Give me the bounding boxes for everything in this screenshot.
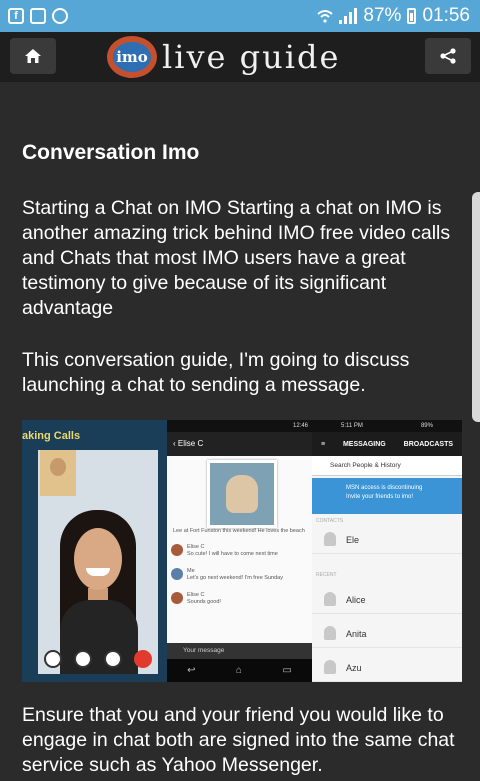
- msn-notice: MSN access is discontinuing Invite your …: [312, 478, 462, 514]
- chat-contact-bar: ‹ Elise C: [167, 432, 312, 456]
- self-view-thumbnail: [40, 450, 76, 496]
- contact-row: Azu: [312, 654, 462, 682]
- tab-broadcasts: BROADCASTS: [403, 440, 454, 448]
- chat-message: So cute! I will have to come next time: [187, 551, 278, 557]
- chat-sender: Elise C: [187, 544, 205, 550]
- contact-name: Azu: [346, 663, 362, 673]
- shared-photo: [207, 460, 277, 528]
- chat-sender: Me: [187, 568, 195, 574]
- status-bar-left: f: [8, 8, 68, 24]
- mic-icon: [74, 650, 92, 668]
- chat-message: Sounds good!: [187, 599, 221, 605]
- gallery-icon: [30, 8, 46, 24]
- call-controls: [38, 644, 158, 674]
- tab-messaging: MESSAGING: [342, 440, 386, 448]
- chat-sender: Elise C: [187, 592, 205, 598]
- app-header: imo live guide: [0, 32, 480, 82]
- contact-name: Anita: [346, 629, 367, 639]
- avatar: [171, 544, 183, 556]
- article-image: aking Calls 12:46 ‹ Elise C Lee at Fort …: [22, 420, 462, 682]
- people-search: Search People & History: [312, 456, 462, 476]
- msn-notice-subtitle: Invite your friends to imo!: [346, 494, 414, 500]
- chat-contact-name: Elise C: [177, 439, 204, 448]
- contact-row: Alice: [312, 586, 462, 614]
- facebook-icon: f: [8, 8, 24, 24]
- message-input: Your message: [167, 643, 312, 659]
- recents-icon: ▭: [282, 665, 292, 676]
- chat-status-bar: 12:46: [167, 420, 312, 432]
- home-icon: [25, 49, 41, 63]
- share-icon: [440, 48, 456, 64]
- wifi-icon: [317, 10, 334, 23]
- video-icon: [104, 650, 122, 668]
- article-paragraph-3: Ensure that you and your friend you woul…: [22, 704, 455, 776]
- messaging-tabs: ≡ MESSAGING BROADCASTS: [312, 432, 462, 456]
- camera-icon: [44, 650, 62, 668]
- android-nav-bar: ↩ ⌂ ▭: [167, 659, 312, 682]
- contact-name: Alice: [346, 595, 366, 605]
- back-icon: ↩: [187, 665, 196, 676]
- avatar: [171, 568, 183, 580]
- sync-icon: [52, 8, 68, 24]
- contact-name: Ele: [346, 535, 360, 545]
- menu-icon: ≡: [320, 440, 326, 448]
- share-button[interactable]: [425, 38, 471, 74]
- msn-notice-title: MSN access is discontinuing: [346, 485, 423, 491]
- contact-avatar-icon: [324, 532, 336, 546]
- dog-photo: [226, 475, 258, 513]
- section-recent: RECENT: [316, 572, 337, 578]
- article-paragraph-2: This conversation guide, I'm going to di…: [22, 349, 410, 396]
- video-call-panel: aking Calls: [22, 420, 167, 682]
- messaging-status-bar: 5:11 PM 89%: [312, 420, 462, 432]
- status-bar: f 87% 01:56: [0, 0, 480, 32]
- status-bar-right: 87% 01:56: [317, 5, 470, 27]
- messaging-panel: 5:11 PM 89% ≡ MESSAGING BROADCASTS Searc…: [312, 420, 462, 682]
- messaging-status-time: 5:11 PM: [341, 423, 363, 429]
- contact-avatar-icon: [324, 626, 336, 640]
- section-contacts: CONTACTS: [316, 518, 344, 524]
- search-text: Search People & History: [330, 462, 401, 469]
- home-nav-icon: ⌂: [235, 665, 242, 676]
- end-call-icon: [134, 650, 152, 668]
- messaging-status-battery: 89%: [420, 423, 433, 429]
- scrollbar[interactable]: [472, 192, 480, 422]
- video-feed: [38, 450, 158, 674]
- contact-row: Ele: [312, 526, 462, 554]
- battery-percent: 87%: [363, 5, 402, 26]
- chat-message: Let's go next weekend! I'm free Sunday: [187, 575, 283, 581]
- home-button[interactable]: [10, 38, 56, 74]
- signal-icon: [339, 8, 358, 24]
- panel-title: aking Calls: [22, 430, 81, 442]
- logo-text: live guide: [162, 38, 341, 76]
- chat-panel: 12:46 ‹ Elise C Lee at Fort Funston this…: [167, 420, 312, 682]
- clock: 01:56: [422, 5, 470, 26]
- battery-icon: [407, 8, 417, 24]
- contact-row: Anita: [312, 620, 462, 648]
- logo-badge: imo: [113, 42, 151, 72]
- caller-face: [74, 528, 122, 590]
- contact-avatar-icon: [324, 660, 336, 674]
- article-paragraph-1: Starting a Chat on IMO Starting a chat o…: [22, 197, 451, 319]
- chat-message: Lee at Fort Funston this weekend! He lov…: [173, 528, 305, 534]
- avatar: [171, 592, 183, 604]
- article-title: Conversation Imo: [22, 141, 200, 164]
- contact-avatar-icon: [324, 592, 336, 606]
- logo: imo: [107, 36, 157, 78]
